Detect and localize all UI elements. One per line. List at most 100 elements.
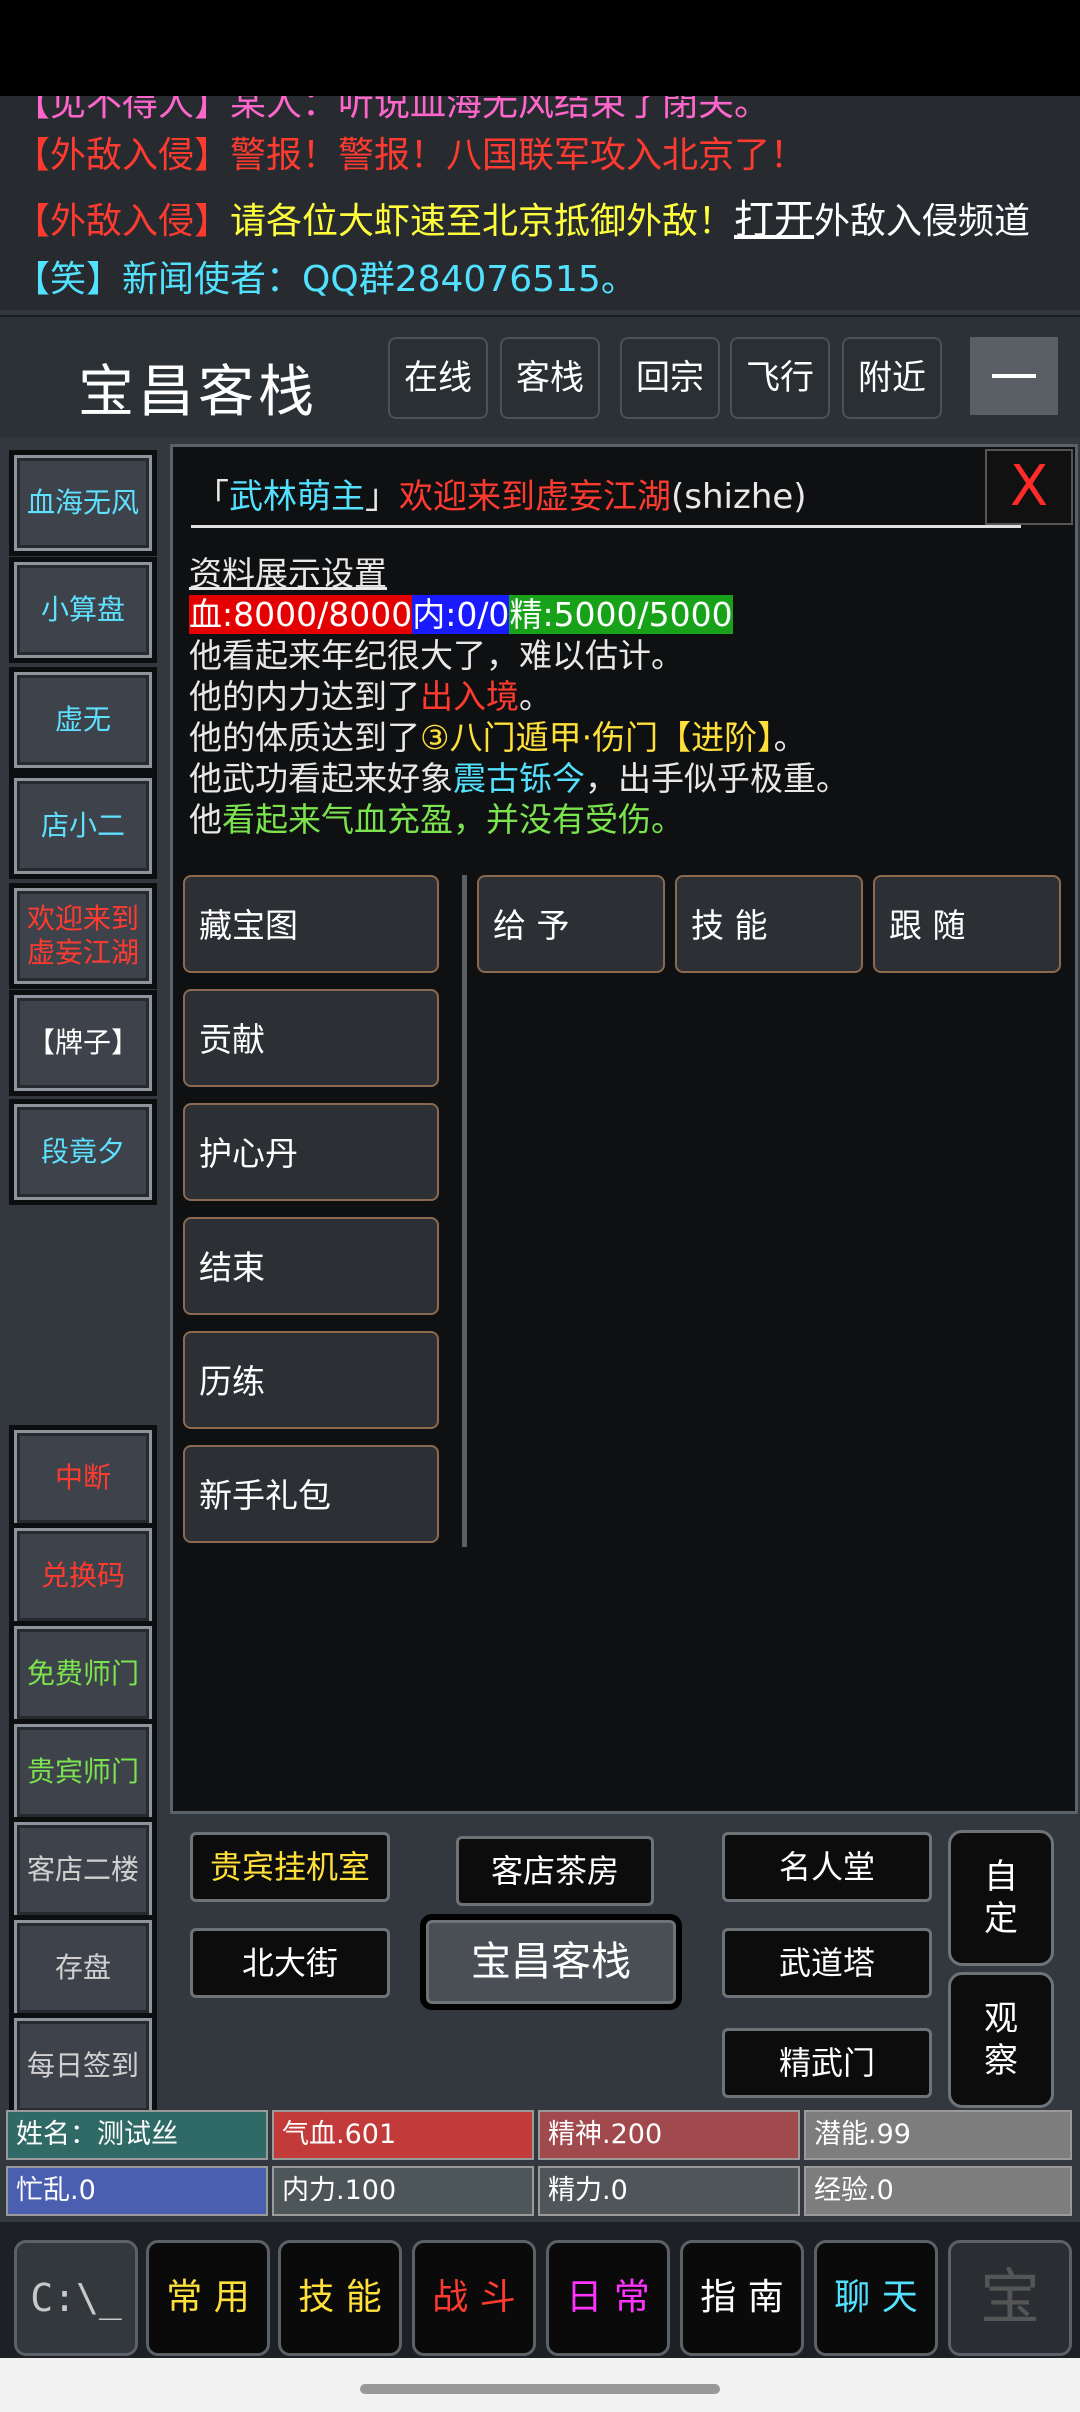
tab-chat[interactable]: 聊 天 [814,2240,938,2356]
desc-line: 他看起来气血充盈，并没有受伤。 [189,800,684,839]
side-inn-upstairs-button[interactable]: 客店二楼 [9,1817,157,1923]
tab-daily[interactable]: 日 常 [546,2240,670,2356]
bottom-tab-bar: C:\_ 常 用 技 能 战 斗 日 常 指 南 聊 天 宝 [0,2222,1080,2358]
console-tab[interactable]: C:\_ [14,2240,138,2356]
observe-button[interactable]: 观察 [948,1972,1054,2108]
side-item-label: 段竟夕 [40,1135,125,1168]
location-title: 宝昌客栈 [78,360,318,425]
chat-line-3: 【笑】新闻使者：QQ群284076515。 [14,258,637,302]
side-interrupt-button[interactable]: 中断 [9,1425,157,1531]
side-item-label: 欢迎来到虚妄江湖 [26,902,139,969]
side-item-label: 小算盘 [40,593,125,626]
stat-qixue: 气血.601 [272,2110,534,2160]
tab-treasure[interactable]: 宝 [948,2240,1072,2356]
panel-title: 「武林萌主」欢迎来到虚妄江湖(shizhe) [195,469,807,518]
jingwu-gate-button[interactable]: 精武门 [722,2028,932,2098]
status-bar [0,0,1080,96]
display-settings-link[interactable]: 资料展示设置 [189,554,387,593]
side-item-duanjingxi[interactable]: 段竟夕 [9,1099,157,1205]
side-item-welcome[interactable]: 欢迎来到虚妄江湖 [9,883,157,989]
chat-text: 新闻使者：QQ群284076515。 [122,259,637,300]
tab-guide[interactable]: 指 南 [680,2240,804,2356]
side-item-xuwu[interactable]: 虚无 [9,667,157,773]
side-redeem-button[interactable]: 兑换码 [9,1523,157,1629]
welcome-text: 欢迎来到虚妄江湖 [399,477,671,517]
nav-fly-button[interactable]: 飞行 [730,337,830,419]
nav-online-button[interactable]: 在线 [388,337,488,419]
chat-tag: 【外敌入侵】 [14,201,231,242]
side-item-label: 免费师门 [26,1657,139,1690]
tea-room-button[interactable]: 客店茶房 [456,1836,654,1906]
customize-label: 自定 [984,1857,1018,1939]
side-item-label: 贵宾师门 [26,1755,139,1788]
side-item-label: 【牌子】 [26,1026,139,1059]
player-id: (shizhe) [671,477,807,517]
nav-nearby-button[interactable]: 附近 [842,337,942,419]
title-bracket: 「 [195,477,229,517]
follow-button[interactable]: 跟 随 [873,875,1061,973]
martial-tower-button[interactable]: 武道塔 [722,1928,932,1998]
side-item-label: 血海无风 [26,486,139,519]
player-description: 资料展示设置 血:8000/8000内:0/0精:5000/5000 他看起来年… [189,553,849,840]
action-end-button[interactable]: 结束 [183,1217,439,1315]
close-button[interactable]: X [985,449,1073,525]
side-save-button[interactable]: 存盘 [9,1915,157,2021]
side-daily-signin-button[interactable]: 每日签到 [9,2013,157,2119]
open-channel-link[interactable]: 打开 [734,197,814,243]
side-item-dianxiaoer[interactable]: 店小二 [9,773,157,879]
collapse-button[interactable] [970,337,1058,415]
tab-common[interactable]: 常 用 [146,2240,270,2356]
north-street-button[interactable]: 北大街 [190,1928,390,1998]
side-item-xiaosuanpan[interactable]: 小算盘 [9,557,157,663]
player-info-panel: X 「武林萌主」欢迎来到虚妄江湖(shizhe) 资料展示设置 血:8000/8… [170,444,1078,1814]
tab-battle[interactable]: 战 斗 [412,2240,536,2356]
action-training-button[interactable]: 历练 [183,1331,439,1429]
side-item-label: 客店二楼 [26,1853,139,1886]
stat-jingli: 精力.0 [538,2166,800,2216]
chat-line-2: 【外敌入侵】请各位大虾速至北京抵御外敌！打开外敌入侵频道 [14,198,1030,244]
chat-tag: 【笑】 [14,259,123,300]
jing-badge: 精:5000/5000 [509,595,733,634]
stat-neili: 内力.100 [272,2166,534,2216]
column-divider [462,875,467,1547]
chat-text: 警报！警报！八国联军攻入北京了！ [230,135,807,176]
hp-badge: 血:8000/8000 [189,595,413,634]
side-item-xuehaiwufeng[interactable]: 血海无风 [9,450,157,556]
side-item-paizi[interactable]: 【牌子】 [9,990,157,1096]
desc-line: 他的体质达到了③八门遁甲·伤门【进阶】。 [189,718,807,757]
action-treasure-map-button[interactable]: 藏宝图 [183,875,439,973]
skills-button[interactable]: 技 能 [675,875,863,973]
home-indicator[interactable] [360,2384,720,2394]
side-item-label: 存盘 [54,1951,111,1984]
side-vip-sect-button[interactable]: 贵宾师门 [9,1719,157,1825]
stat-mangluan: 忙乱.0 [6,2166,268,2216]
customize-button[interactable]: 自定 [948,1830,1054,1966]
side-item-label: 虚无 [54,703,111,736]
tab-skills[interactable]: 技 能 [278,2240,402,2356]
desc-line: 他的内力达到了出入境。 [189,677,552,716]
action-heart-pill-button[interactable]: 护心丹 [183,1103,439,1201]
title-bracket: 」 [365,477,399,517]
current-location-button[interactable]: 宝昌客栈 [420,1914,682,2010]
side-item-label: 每日签到 [26,2049,139,2082]
divider [191,525,1021,528]
chat-line-cut: 【见不得人】某人：听说血海无风结束了閉关。 [14,96,771,124]
side-item-label: 店小二 [40,809,125,842]
observe-label: 观察 [984,1999,1018,2081]
side-item-label: 中断 [54,1461,111,1494]
nav-return-sect-button[interactable]: 回宗 [620,337,720,419]
hall-of-fame-button[interactable]: 名人堂 [722,1832,932,1902]
side-free-sect-button[interactable]: 免费师门 [9,1621,157,1727]
chat-text: 请各位大虾速至北京抵御外敌！ [230,201,735,242]
desc-line: 他武功看起来好象震古铄今，出手似乎极重。 [189,759,849,798]
chat-tag: 【外敌入侵】 [14,135,231,176]
chat-feed[interactable]: 【见不得人】某人：听说血海无风结束了閉关。 【外敌入侵】警报！警报！八国联军攻入… [0,96,1080,310]
nav-inn-button[interactable]: 客栈 [500,337,600,419]
vip-room-button[interactable]: 贵宾挂机室 [190,1832,390,1902]
stat-qianneng: 潜能.99 [804,2110,1072,2160]
desc-line: 他看起来年纪很大了，难以估计。 [189,636,684,675]
give-button[interactable]: 给 予 [477,875,665,973]
action-contribute-button[interactable]: 贡献 [183,989,439,1087]
action-newbie-pack-button[interactable]: 新手礼包 [183,1445,439,1543]
stat-name: 姓名：测试丝 [6,2110,268,2160]
